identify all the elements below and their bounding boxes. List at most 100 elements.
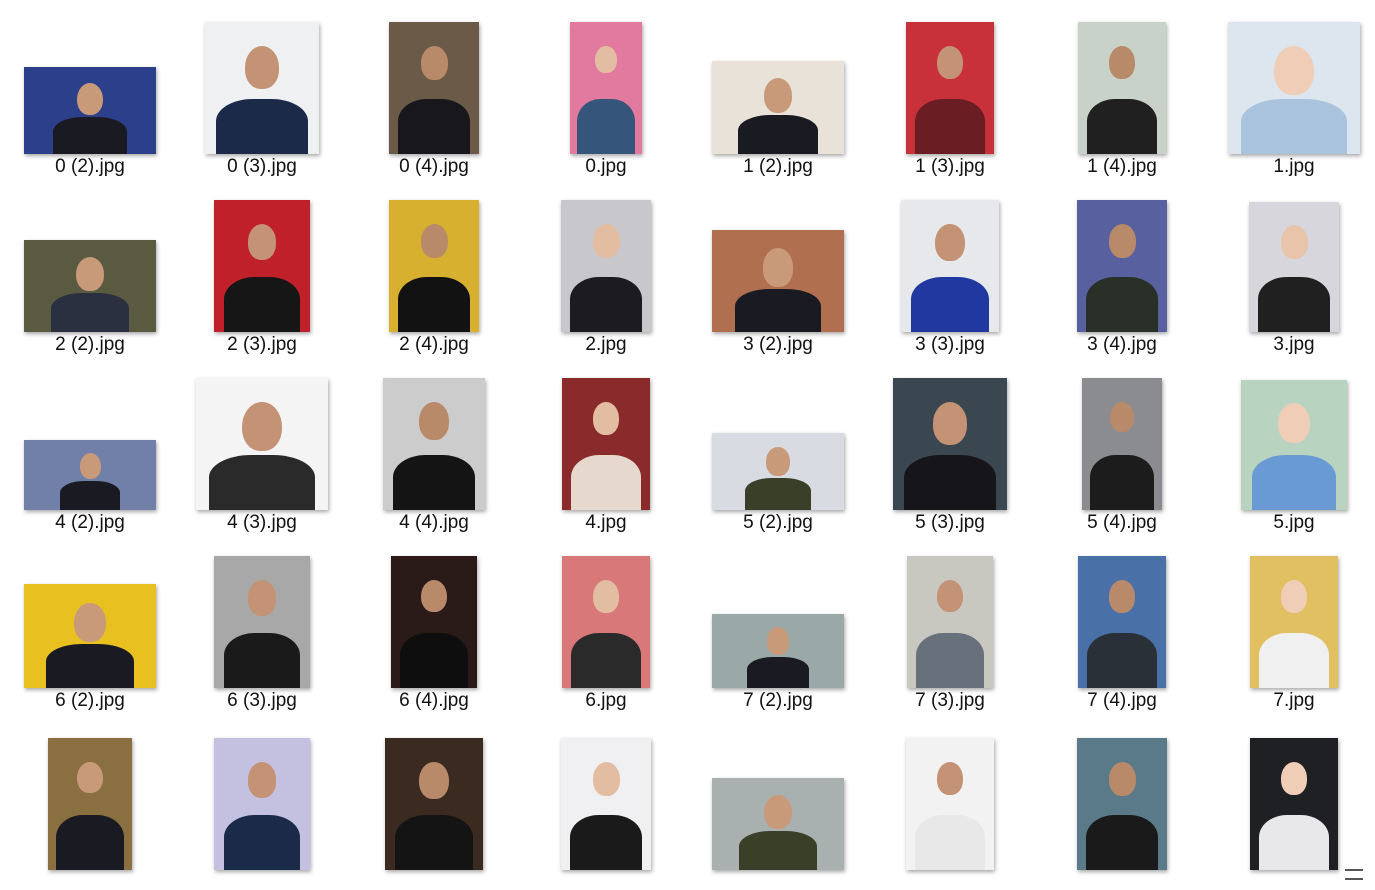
image-thumbnail[interactable] (196, 378, 328, 510)
image-thumbnail[interactable] (712, 230, 844, 332)
person-body (398, 98, 470, 154)
image-thumbnail[interactable] (712, 614, 844, 688)
file-item[interactable]: 0 (3).jpg (176, 0, 348, 178)
file-item[interactable]: 6 (3).jpg (176, 534, 348, 712)
image-thumbnail[interactable] (561, 200, 651, 332)
person-head (595, 45, 617, 73)
image-thumbnail[interactable] (214, 556, 310, 688)
person-head (592, 761, 620, 796)
image-thumbnail[interactable] (570, 22, 642, 154)
file-item[interactable]: 4 (4).jpg (348, 356, 520, 534)
file-item[interactable]: 2 (2).jpg (4, 178, 176, 356)
image-thumbnail[interactable] (1249, 202, 1339, 332)
file-item[interactable]: 1.jpg (1208, 0, 1375, 178)
image-thumbnail[interactable] (712, 61, 844, 154)
file-item[interactable]: 5 (4).jpg (1036, 356, 1208, 534)
image-thumbnail[interactable] (1241, 380, 1347, 510)
image-thumbnail[interactable] (1082, 378, 1162, 510)
file-item[interactable]: 7 (2).jpg (692, 534, 864, 712)
image-thumbnail[interactable] (389, 200, 479, 332)
image-thumbnail[interactable] (214, 738, 310, 870)
file-name: 1.jpg (1273, 156, 1315, 177)
file-item[interactable]: 3 (4).jpg (1036, 178, 1208, 356)
image-thumbnail[interactable] (24, 584, 156, 688)
file-item[interactable] (4, 712, 176, 890)
image-thumbnail[interactable] (383, 378, 485, 510)
file-item[interactable]: 2 (3).jpg (176, 178, 348, 356)
image-thumbnail[interactable] (1078, 556, 1166, 688)
image-thumbnail[interactable] (562, 378, 650, 510)
person-head (76, 82, 104, 116)
file-item[interactable] (520, 712, 692, 890)
file-item[interactable] (1036, 712, 1208, 890)
image-thumbnail[interactable] (906, 22, 994, 154)
file-item[interactable]: 6.jpg (520, 534, 692, 712)
file-item[interactable]: 5 (3).jpg (864, 356, 1036, 534)
image-thumbnail[interactable] (893, 378, 1007, 510)
person-body (1086, 632, 1158, 688)
file-item[interactable]: 5.jpg (1208, 356, 1375, 534)
person-head (247, 223, 277, 260)
file-item[interactable]: 4 (2).jpg (4, 356, 176, 534)
image-thumbnail[interactable] (391, 556, 477, 688)
image-thumbnail[interactable] (712, 433, 844, 510)
file-item[interactable]: 2.jpg (520, 178, 692, 356)
image-thumbnail[interactable] (24, 240, 156, 332)
person-body (394, 814, 474, 870)
person-head (1108, 761, 1136, 796)
file-name: 2.jpg (585, 334, 627, 355)
image-thumbnail[interactable] (561, 738, 651, 870)
image-thumbnail[interactable] (1228, 22, 1360, 154)
image-thumbnail[interactable] (901, 200, 999, 332)
file-item[interactable] (176, 712, 348, 890)
image-thumbnail[interactable] (907, 556, 993, 688)
file-item[interactable]: 3.jpg (1208, 178, 1375, 356)
scrollbar-grip-icon[interactable] (1345, 869, 1363, 880)
file-item[interactable]: 5 (2).jpg (692, 356, 864, 534)
image-thumbnail[interactable] (1250, 738, 1338, 870)
file-item[interactable]: 1 (3).jpg (864, 0, 1036, 178)
file-item[interactable]: 4 (3).jpg (176, 356, 348, 534)
person-head (77, 761, 103, 794)
image-thumbnail[interactable] (214, 200, 310, 332)
person-body (1258, 632, 1330, 688)
image-thumbnail[interactable] (712, 778, 844, 870)
person-head (936, 761, 964, 795)
image-thumbnail[interactable] (24, 67, 156, 154)
file-item[interactable]: 4.jpg (520, 356, 692, 534)
image-thumbnail[interactable] (385, 738, 483, 870)
file-item[interactable]: 6 (4).jpg (348, 534, 520, 712)
image-thumbnail[interactable] (1077, 738, 1167, 870)
image-thumbnail[interactable] (906, 738, 994, 870)
image-thumbnail[interactable] (1250, 556, 1338, 688)
person-body (216, 98, 308, 154)
file-name: 0 (2).jpg (55, 156, 125, 177)
file-item[interactable]: 7 (4).jpg (1036, 534, 1208, 712)
file-item[interactable]: 3 (3).jpg (864, 178, 1036, 356)
file-item[interactable]: 7.jpg (1208, 534, 1375, 712)
image-thumbnail[interactable] (389, 22, 479, 154)
file-item[interactable]: 0 (2).jpg (4, 0, 176, 178)
image-thumbnail[interactable] (562, 556, 650, 688)
file-item[interactable] (1208, 712, 1375, 890)
file-item[interactable]: 0.jpg (520, 0, 692, 178)
image-thumbnail[interactable] (48, 738, 132, 870)
person-head (1108, 45, 1136, 79)
file-item[interactable] (864, 712, 1036, 890)
file-item[interactable] (348, 712, 520, 890)
image-thumbnail[interactable] (1077, 200, 1167, 332)
file-item[interactable]: 7 (3).jpg (864, 534, 1036, 712)
file-item[interactable]: 2 (4).jpg (348, 178, 520, 356)
file-item[interactable]: 0 (4).jpg (348, 0, 520, 178)
file-item[interactable]: 1 (2).jpg (692, 0, 864, 178)
person-body (223, 814, 301, 870)
image-thumbnail[interactable] (1078, 22, 1166, 154)
image-thumbnail[interactable] (205, 22, 319, 154)
person-body (53, 117, 127, 154)
file-item[interactable] (692, 712, 864, 890)
image-thumbnail[interactable] (24, 440, 156, 510)
file-item[interactable]: 3 (2).jpg (692, 178, 864, 356)
person-body (1086, 814, 1158, 870)
file-item[interactable]: 6 (2).jpg (4, 534, 176, 712)
file-item[interactable]: 1 (4).jpg (1036, 0, 1208, 178)
